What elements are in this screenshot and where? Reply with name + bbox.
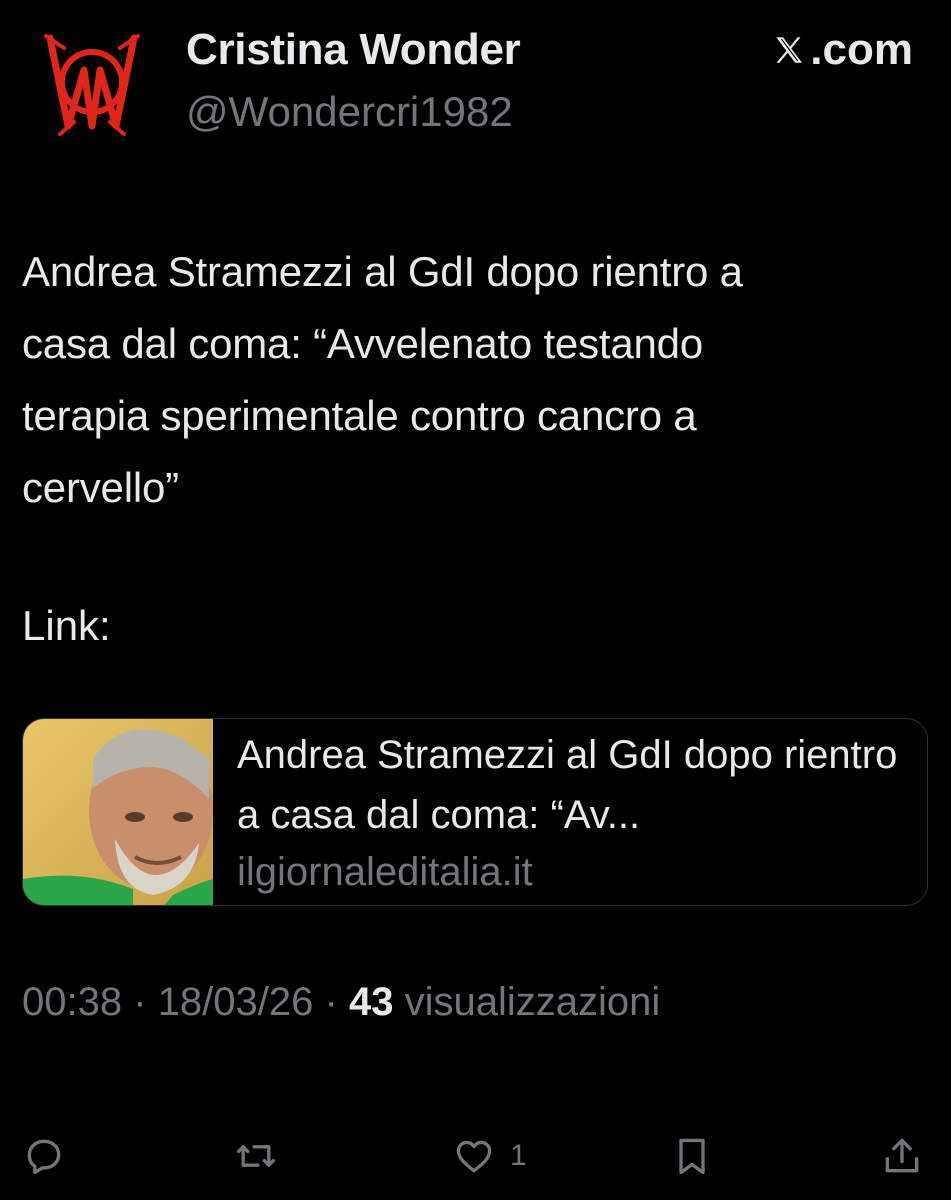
- link-label: Link:: [22, 602, 111, 649]
- post-time[interactable]: 00:38: [22, 980, 122, 1024]
- views-count: 43: [348, 980, 394, 1024]
- views-label: visualizzazioni: [404, 980, 661, 1024]
- reply-button[interactable]: [22, 1134, 66, 1178]
- site-domain-text: .com: [810, 25, 913, 74]
- avatar-logo: [44, 34, 140, 136]
- x-logo-icon: [776, 37, 803, 63]
- avatar[interactable]: [44, 30, 140, 136]
- site-badge: .com: [772, 24, 913, 76]
- repost-button[interactable]: [234, 1134, 278, 1178]
- card-title[interactable]: Andrea Stramezzi al GdI dopo rientro a c…: [237, 725, 907, 845]
- reply-icon: [27, 1139, 61, 1175]
- meta-separator: ·: [324, 980, 338, 1024]
- share-button[interactable]: [880, 1134, 924, 1178]
- like-count: 1: [510, 1139, 527, 1172]
- card-domain: ilgiornaleditalia.it: [237, 850, 533, 894]
- display-name[interactable]: Cristina Wonder: [186, 24, 521, 76]
- meta-separator: ·: [133, 980, 147, 1024]
- link-card[interactable]: Andrea Stramezzi al GdI dopo rientro a c…: [22, 718, 928, 906]
- post-header: Cristina Wonder @Wondercri1982 .com: [0, 0, 951, 160]
- user-handle[interactable]: @Wondercri1982: [186, 86, 513, 138]
- repost-icon: [236, 1145, 276, 1167]
- post-date[interactable]: 18/03/26: [158, 980, 314, 1024]
- bookmark-button[interactable]: [670, 1134, 714, 1178]
- card-thumbnail: [23, 719, 213, 905]
- post-text: Andrea Stramezzi al GdI dopo rientro a c…: [22, 248, 743, 511]
- heart-icon: [456, 1140, 492, 1173]
- post-meta: 00:38 · 18/03/26 · 43 visualizzazioni: [22, 974, 660, 1030]
- like-button[interactable]: 1: [452, 1134, 527, 1178]
- bookmark-icon: [679, 1138, 705, 1175]
- action-bar: 1: [0, 1126, 951, 1186]
- share-icon: [885, 1138, 919, 1173]
